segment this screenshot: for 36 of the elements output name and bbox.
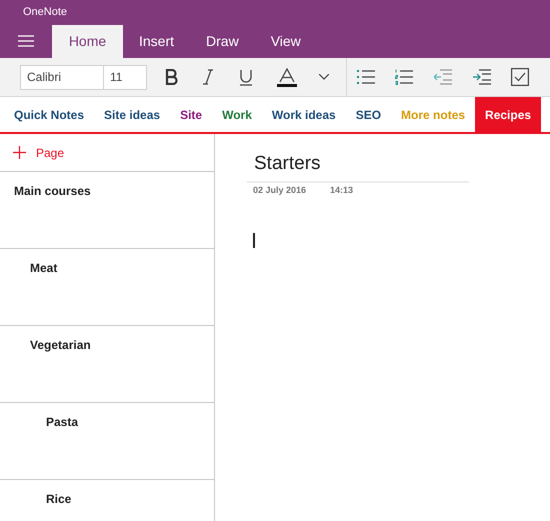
bold-icon[interactable] bbox=[165, 69, 179, 85]
increase-indent-icon[interactable] bbox=[473, 69, 491, 85]
checkbox-icon[interactable] bbox=[511, 68, 529, 86]
ribbon-tab[interactable]: Insert bbox=[123, 25, 190, 58]
page-item[interactable]: Pasta bbox=[0, 403, 214, 480]
ribbon-tab[interactable]: Draw bbox=[190, 25, 255, 58]
text-cursor bbox=[253, 233, 254, 248]
note-date: 02 July 2016 bbox=[253, 184, 306, 197]
font-color-icon[interactable] bbox=[277, 68, 297, 86]
section-tab[interactable]: SEO bbox=[346, 97, 392, 132]
section-tab[interactable]: Recipes bbox=[475, 97, 542, 132]
plus-icon bbox=[13, 146, 26, 159]
bullet-list-icon[interactable] bbox=[357, 69, 375, 85]
page-item[interactable]: Meat bbox=[0, 249, 214, 326]
underline-icon[interactable] bbox=[239, 68, 253, 86]
font-field[interactable]: Calibri bbox=[20, 64, 104, 90]
section-tab[interactable]: Site ideas bbox=[94, 97, 170, 132]
note-title[interactable]: Starters bbox=[253, 150, 550, 178]
page-item[interactable]: Main courses bbox=[0, 172, 214, 249]
section-tab[interactable]: Quick Notes bbox=[4, 97, 94, 132]
add-page-button[interactable]: Page bbox=[0, 134, 214, 172]
section-tab[interactable]: Site bbox=[170, 97, 212, 132]
font-size-field[interactable]: 11 bbox=[104, 64, 147, 90]
ribbon-tab[interactable]: View bbox=[254, 25, 317, 58]
window-title: OneNote bbox=[23, 5, 68, 20]
menu-icon[interactable] bbox=[18, 35, 34, 47]
decrease-indent-icon[interactable] bbox=[434, 69, 452, 85]
section-tab[interactable]: Work bbox=[212, 97, 262, 132]
chevron-down-icon[interactable] bbox=[319, 74, 329, 80]
ribbon-tab[interactable]: Home bbox=[52, 25, 123, 58]
page-item[interactable]: Vegetarian bbox=[0, 326, 214, 403]
numbered-list-icon[interactable] bbox=[395, 69, 413, 85]
note-time: 14:13 bbox=[330, 184, 354, 196]
section-tab[interactable]: Work ideas bbox=[262, 97, 346, 132]
italic-icon[interactable] bbox=[203, 69, 213, 85]
page-item[interactable]: Rice bbox=[0, 480, 214, 521]
